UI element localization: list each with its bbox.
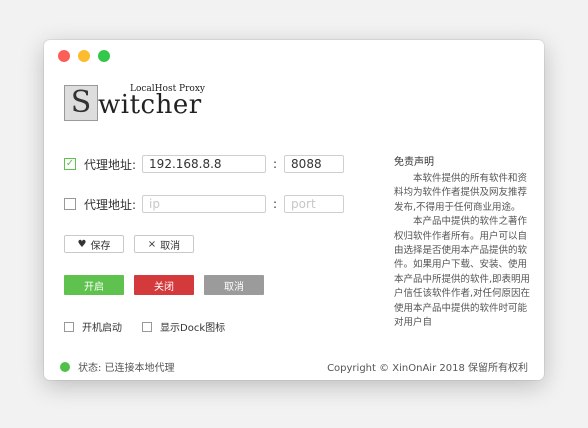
- logo-initial: S: [64, 85, 98, 121]
- disclaimer-paragraph-1: 本软件提供的所有软件和资料均为软件作者提供及网友推荐发布,不得用于任何商业用途。: [394, 173, 528, 213]
- proxy1-port-input[interactable]: 8088: [284, 155, 345, 173]
- zoom-window-button[interactable]: [98, 50, 110, 62]
- disclaimer-title: 免责声明: [394, 157, 434, 168]
- proxy2-label: 代理地址:: [84, 197, 137, 212]
- save-button[interactable]: ♥ 保存: [64, 235, 124, 253]
- dock-option[interactable]: 显示Dock图标: [142, 319, 225, 334]
- proxy2-port-input[interactable]: port: [284, 195, 345, 213]
- disclaimer-scroll[interactable]: 本软件提供的所有软件和资料均为软件作者提供及网友推荐发布,不得用于任何商业用途。…: [394, 172, 534, 352]
- status-text: 状态: 已连接本地代理: [78, 363, 175, 374]
- close-icon: ×: [147, 238, 157, 250]
- proxy1-label: 代理地址:: [84, 157, 137, 172]
- proxy1-checkbox[interactable]: ✓: [64, 158, 76, 170]
- disclaimer-paragraph-2: 本产品中提供的软件之著作权归软件作者所有。用户可以自由选择是否使用本产品提供的软…: [394, 216, 531, 329]
- save-label: 保存: [90, 240, 111, 252]
- close-window-button[interactable]: [58, 50, 70, 62]
- dock-label: 显示Dock图标: [160, 323, 226, 334]
- proxy2-checkbox[interactable]: [64, 198, 76, 210]
- status-bar: 状态: 已连接本地代理: [60, 359, 175, 374]
- minimize-window-button[interactable]: [78, 50, 90, 62]
- proxy2-ip-input[interactable]: ip: [142, 195, 267, 213]
- cancel-button[interactable]: 取消: [204, 275, 264, 295]
- window-controls: [58, 50, 110, 62]
- startup-option[interactable]: 开机启动: [64, 319, 122, 334]
- logo-wordmark: witcher: [98, 90, 202, 120]
- heart-icon: ♥: [77, 238, 87, 250]
- disclaimer-panel: 免责声明 本软件提供的所有软件和资料均为软件作者提供及网友推荐发布,不得用于任何…: [394, 153, 534, 352]
- proxy1-colon: :: [273, 157, 278, 171]
- close-proxy-button[interactable]: 关闭: [134, 275, 194, 295]
- open-proxy-button[interactable]: 开启: [64, 275, 124, 295]
- startup-label: 开机启动: [82, 323, 122, 334]
- proxy-row-2: 代理地址: ip : port: [64, 195, 345, 213]
- app-window: LocalHost Proxy S witcher ✓ 代理地址: 192.16…: [44, 40, 544, 380]
- dock-checkbox[interactable]: [142, 321, 152, 332]
- proxy-row-1: ✓ 代理地址: 192.168.8.8 : 8088: [64, 155, 345, 173]
- proxy1-ip-input[interactable]: 192.168.8.8: [142, 155, 267, 173]
- proxy2-colon: :: [273, 197, 278, 211]
- status-indicator-icon: [60, 361, 70, 372]
- startup-checkbox[interactable]: [64, 321, 74, 332]
- cancel-edit-button[interactable]: × 取消: [134, 235, 194, 253]
- cancel-edit-label: 取消: [160, 240, 181, 252]
- copyright-text: Copyright © XinOnAir 2018 保留所有权利: [327, 363, 528, 374]
